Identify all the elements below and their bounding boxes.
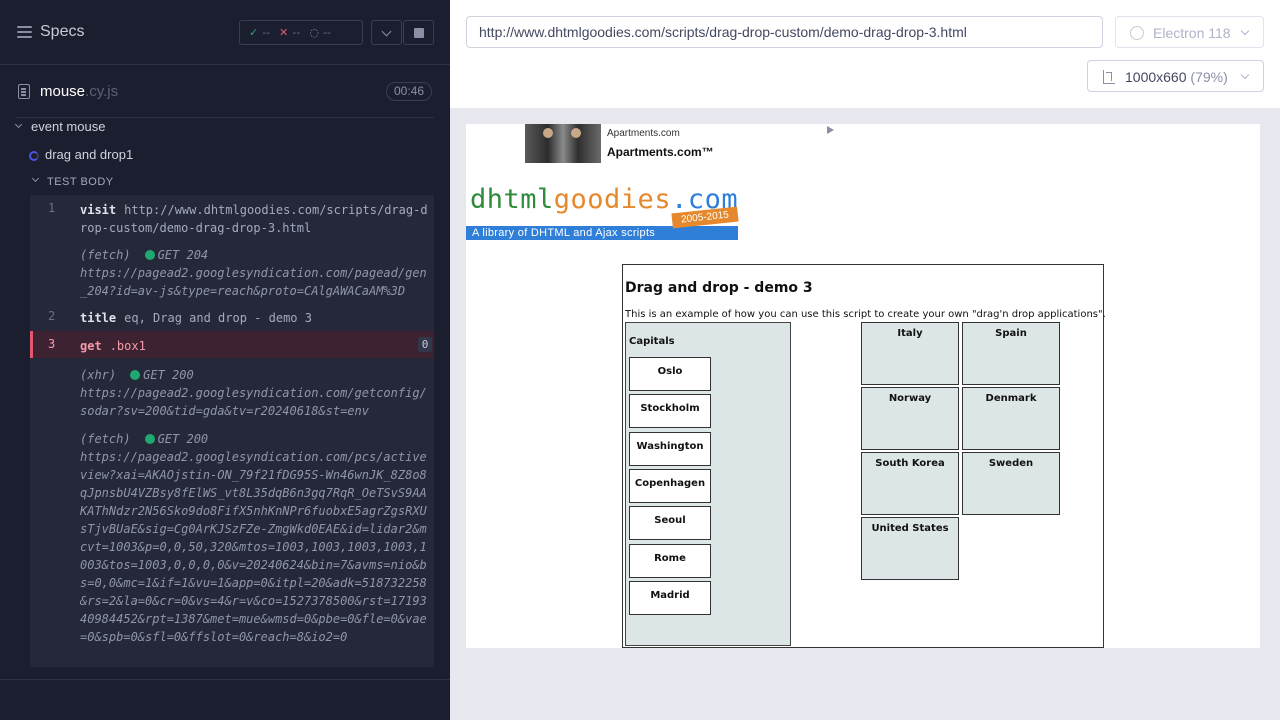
capital-box[interactable]: Seoul bbox=[629, 506, 711, 540]
spec-file-row[interactable]: mouse.cy.js 00:46 bbox=[0, 76, 450, 106]
cypress-reporter: Specs ✓ -- ✕ -- ◌ -- mouse.cy.js 00:46 even… bbox=[0, 0, 450, 720]
test-row[interactable]: drag and drop1 bbox=[28, 146, 434, 164]
browser-select-button[interactable]: Electron 118 bbox=[1115, 16, 1264, 48]
command-number: 3 bbox=[48, 337, 56, 351]
command-row[interactable]: 2 title eq, Drag and drop - demo 3 bbox=[30, 303, 434, 330]
capital-box[interactable]: Copenhagen bbox=[629, 469, 711, 503]
suite-row[interactable]: event mouse bbox=[14, 118, 434, 136]
logo-tagline: A library of DHTML and Ajax scripts bbox=[472, 227, 656, 239]
network-log-row[interactable]: (fetch) GET 200 https://pagead2.googlesynd… bbox=[30, 424, 434, 664]
url-bar[interactable]: http://www.dhtmlgoodies.com/scripts/drag… bbox=[466, 16, 1103, 48]
pending-stat: ◌ -- bbox=[309, 26, 331, 39]
country-drop-target[interactable]: Denmark bbox=[962, 387, 1060, 450]
capitals-container: Capitals Oslo Stockholm Washington Copen… bbox=[625, 322, 791, 646]
country-drop-target[interactable]: Norway bbox=[861, 387, 959, 450]
caret-down-icon bbox=[31, 174, 40, 183]
test-title: drag and drop1 bbox=[45, 147, 134, 162]
demo-intro: This is an example of how you can use th… bbox=[625, 309, 1106, 320]
country-drop-target[interactable]: Spain bbox=[962, 322, 1060, 385]
command-message: get .box1 bbox=[80, 339, 146, 353]
spec-file-name: mouse.cy.js bbox=[40, 83, 119, 100]
network-log-row[interactable]: (fetch) GET 204 https://pagead2.googlesynd… bbox=[30, 240, 434, 302]
check-icon: ✓ bbox=[249, 26, 259, 39]
caret-down-icon bbox=[14, 120, 23, 129]
stop-icon bbox=[414, 28, 424, 38]
command-message: visit http://www.dhtmlgoodies.com/scripts… bbox=[80, 203, 428, 235]
browser-label: Electron 118 bbox=[1153, 25, 1231, 41]
running-spinner-icon bbox=[29, 151, 39, 161]
auto-scroll-button[interactable] bbox=[371, 20, 402, 45]
test-body-toggle[interactable]: TEST BODY bbox=[30, 174, 434, 192]
command-row[interactable]: 1 visit http://www.dhtmlgoodies.com/scrip… bbox=[30, 195, 434, 246]
ad-banner[interactable]: Apartments.com Apartments.com™ bbox=[525, 124, 834, 164]
command-message: title eq, Drag and drop - demo 3 bbox=[80, 311, 312, 325]
command-number: 1 bbox=[48, 201, 56, 215]
network-log-message: (fetch) GET 204 https://pagead2.googlesynd… bbox=[80, 248, 427, 298]
network-log-message: (fetch) GET 200 https://pagead2.googlesynd… bbox=[80, 432, 427, 644]
x-icon: ✕ bbox=[279, 26, 289, 39]
capital-box[interactable]: Stockholm bbox=[629, 394, 711, 428]
country-drop-target[interactable]: Sweden bbox=[962, 452, 1060, 515]
network-log-message: (xhr) GET 200 https://pagead2.googlesyndic… bbox=[80, 368, 427, 418]
pending-circle-icon: ◌ bbox=[309, 26, 319, 39]
status-dot-icon bbox=[130, 370, 141, 380]
suite-title: event mouse bbox=[31, 119, 106, 134]
capital-box[interactable]: Oslo bbox=[629, 357, 711, 391]
failed-stat: ✕ -- bbox=[279, 26, 301, 39]
viewport-button[interactable]: 1000x660 (79%) bbox=[1087, 60, 1264, 92]
ad-image bbox=[525, 124, 601, 163]
chevron-down-icon bbox=[1240, 70, 1250, 80]
element-count-badge: 0 bbox=[418, 337, 432, 352]
reporter-header: Specs ✓ -- ✕ -- ◌ -- bbox=[0, 0, 450, 65]
capital-box[interactable]: Washington bbox=[629, 432, 711, 466]
active-command-row[interactable]: 3 get .box1 0 bbox=[30, 331, 434, 358]
drag-drop-demo: Drag and drop - demo 3 This is an exampl… bbox=[622, 264, 1106, 648]
chevron-down-icon bbox=[1240, 26, 1250, 36]
aut-header: http://www.dhtmlgoodies.com/scripts/drag… bbox=[450, 0, 1280, 108]
chevron-down-icon bbox=[381, 26, 392, 37]
test-body-label: TEST BODY bbox=[47, 176, 114, 188]
network-log-row[interactable]: (xhr) GET 200 https://pagead2.googlesyndic… bbox=[30, 360, 434, 422]
country-drop-target[interactable]: Italy bbox=[861, 322, 959, 385]
ad-advertiser: Apartments.com bbox=[607, 128, 680, 139]
command-log: 1 visit http://www.dhtmlgoodies.com/scrip… bbox=[30, 195, 434, 667]
capitals-title: Capitals bbox=[629, 336, 675, 347]
test-stats: ✓ -- ✕ -- ◌ -- bbox=[239, 20, 363, 45]
reporter-footer-divider bbox=[0, 679, 450, 680]
ruler-icon bbox=[1103, 70, 1115, 84]
command-number: 2 bbox=[48, 309, 56, 323]
electron-icon bbox=[1130, 26, 1144, 40]
viewport-label: 1000x660 (79%) bbox=[1125, 69, 1228, 85]
passed-stat: ✓ -- bbox=[249, 26, 271, 39]
status-dot-icon bbox=[144, 250, 155, 260]
ad-headline: Apartments.com™ bbox=[607, 145, 714, 159]
ad-choices-icon[interactable] bbox=[827, 126, 834, 134]
specs-title[interactable]: Specs bbox=[40, 23, 84, 41]
document-icon bbox=[18, 84, 30, 99]
specs-list-icon[interactable] bbox=[17, 26, 32, 39]
run-duration: 00:46 bbox=[386, 82, 432, 101]
stop-button[interactable] bbox=[403, 20, 434, 45]
status-dot-icon bbox=[144, 434, 155, 444]
capital-box[interactable]: Rome bbox=[629, 544, 711, 578]
app-under-test-frame: Apartments.com Apartments.com™ dhtmlgood… bbox=[466, 124, 1260, 648]
capital-box[interactable]: Madrid bbox=[629, 581, 711, 615]
demo-title: Drag and drop - demo 3 bbox=[625, 280, 813, 296]
site-logo[interactable]: dhtmlgoodies.com A library of DHTML and … bbox=[466, 184, 746, 244]
country-drop-target[interactable]: South Korea bbox=[861, 452, 959, 515]
country-drop-target[interactable]: United States bbox=[861, 517, 959, 580]
